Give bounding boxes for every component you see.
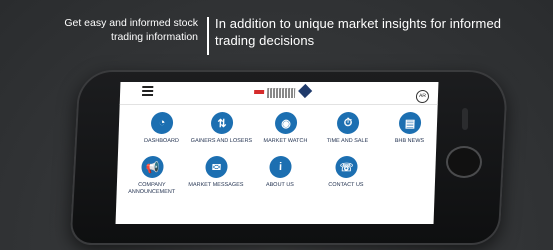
market-watch-icon: ◉: [274, 112, 298, 134]
news-icon: ▤: [398, 112, 422, 134]
messages-icon: ✉: [205, 156, 228, 178]
tile-gainers-losers[interactable]: ⇅ GAINERS AND LOSERS: [190, 112, 253, 145]
app-screen: AR ◔ DASHBOARD ⇅ GAINERS AND LOSERS ◉ MA…: [115, 82, 441, 224]
tile-label: MARKET MESSAGES: [188, 182, 244, 188]
info-icon: i: [269, 156, 292, 178]
headline-right: In addition to unique market insights fo…: [215, 16, 502, 48]
gainers-losers-icon: ⇅: [210, 112, 234, 134]
tile-label: CONTACT US: [328, 182, 364, 188]
stopwatch-icon: ⏱: [336, 112, 360, 134]
tile-market-messages[interactable]: ✉ MARKET MESSAGES: [185, 156, 248, 189]
tile-market-watch[interactable]: ◉ MARKET WATCH: [254, 112, 317, 145]
tile-company-announcement[interactable]: 📢 COMPANY ANNOUNCEMENT: [120, 156, 183, 196]
speedometer-icon: ◔: [150, 112, 174, 134]
tile-label: TIME AND SALE: [326, 138, 369, 144]
language-toggle-button[interactable]: AR: [415, 90, 430, 103]
tile-label: COMPANY ANNOUNCEMENT: [128, 182, 176, 195]
phone-home-button: [446, 146, 482, 178]
tile-bhb-news[interactable]: ▤ BHB NEWS: [378, 112, 441, 145]
headline-left: Get easy and informed stock trading info…: [64, 17, 198, 43]
tile-label: MARKET WATCH: [263, 138, 308, 144]
headline-divider: [207, 17, 209, 55]
phone-speaker: [462, 108, 468, 130]
bahrain-bourse-logo: [254, 83, 314, 100]
tile-about-us[interactable]: i ABOUT US: [249, 156, 312, 189]
tile-label: GAINERS AND LOSERS: [190, 138, 253, 144]
tile-label: ABOUT US: [265, 182, 294, 188]
megaphone-icon: 📢: [141, 156, 164, 178]
headline: Get easy and informed stock trading info…: [0, 14, 553, 58]
tile-label: BHB NEWS: [394, 138, 425, 144]
tile-time-and-sale[interactable]: ⏱ TIME AND SALE: [316, 112, 379, 145]
tile-label: DASHBOARD: [143, 138, 179, 144]
tile-dashboard[interactable]: ◔ DASHBOARD: [130, 112, 193, 145]
app-topbar: AR: [119, 82, 439, 105]
tile-contact-us[interactable]: ☏ CONTACT US: [315, 156, 378, 189]
hamburger-menu-icon[interactable]: [141, 86, 154, 96]
phone-icon: ☏: [335, 156, 358, 178]
